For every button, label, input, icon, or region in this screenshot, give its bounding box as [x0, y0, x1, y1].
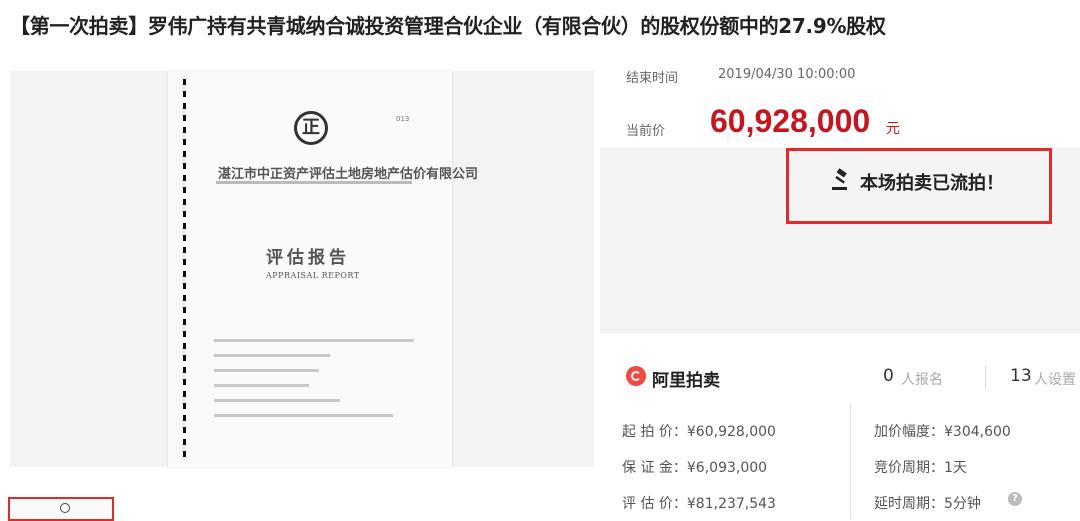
starting-price: 起 拍 价：¥60,928,000 — [622, 424, 776, 440]
company-name-en-line — [216, 181, 412, 184]
thumbnail-seal-icon — [60, 503, 70, 513]
report-title: 评估报告 — [266, 248, 350, 268]
end-time-label: 结束时间 — [626, 71, 679, 86]
document-number: 013 — [396, 115, 410, 123]
current-price-value: 60,928,000 — [710, 103, 871, 139]
auction-title: 【第一次拍卖】罗伟广持有共青城纳合诚投资管理合伙企业（有限合伙）的股权份额中的2… — [10, 14, 886, 38]
report-title-en: APPRAISAL REPORT — [266, 271, 360, 280]
main-image[interactable]: 正 013 湛江市中正资产评估土地房地产估价有限公司 评估报告 APPRAISA… — [10, 71, 594, 467]
appraisal-document: 正 013 湛江市中正资产评估土地房地产估价有限公司 评估报告 APPRAISA… — [168, 71, 478, 467]
end-time-value: 2019/04/30 10:00:00 — [718, 67, 856, 82]
help-icon[interactable]: ? — [1008, 492, 1022, 506]
seal-icon: 正 — [294, 111, 328, 145]
signup-label: 人报名 — [901, 372, 943, 388]
aliauction-logo-icon — [626, 366, 646, 386]
gavel-icon — [832, 168, 847, 190]
bid-cycle: 竞价周期：1天 — [874, 460, 967, 476]
currency-unit: 元 — [886, 121, 900, 137]
reminder-label: 人设置 — [1034, 372, 1076, 388]
image-thumbnail[interactable] — [8, 497, 114, 521]
stats-divider — [985, 365, 986, 389]
deposit: 保 证 金：¥6,093,000 — [622, 460, 768, 476]
company-name: 湛江市中正资产评估土地房地产估价有限公司 — [218, 167, 479, 182]
current-price-label: 当前价 — [626, 124, 666, 139]
bid-increment: 加价幅度：¥304,600 — [874, 424, 1011, 440]
appraisal-price: 评 估 价：¥81,237,543 — [622, 496, 776, 512]
platform-name: 阿里拍卖 — [652, 371, 720, 391]
document-text-lines — [214, 339, 424, 429]
extension-cycle: 延时周期：5分钟 — [874, 496, 981, 512]
details-divider — [850, 404, 851, 519]
signup-count: 0 — [883, 366, 894, 386]
auction-status-text: 本场拍卖已流拍！ — [860, 173, 1004, 194]
binding-line — [183, 79, 186, 459]
reminder-count: 13 — [1010, 366, 1032, 386]
